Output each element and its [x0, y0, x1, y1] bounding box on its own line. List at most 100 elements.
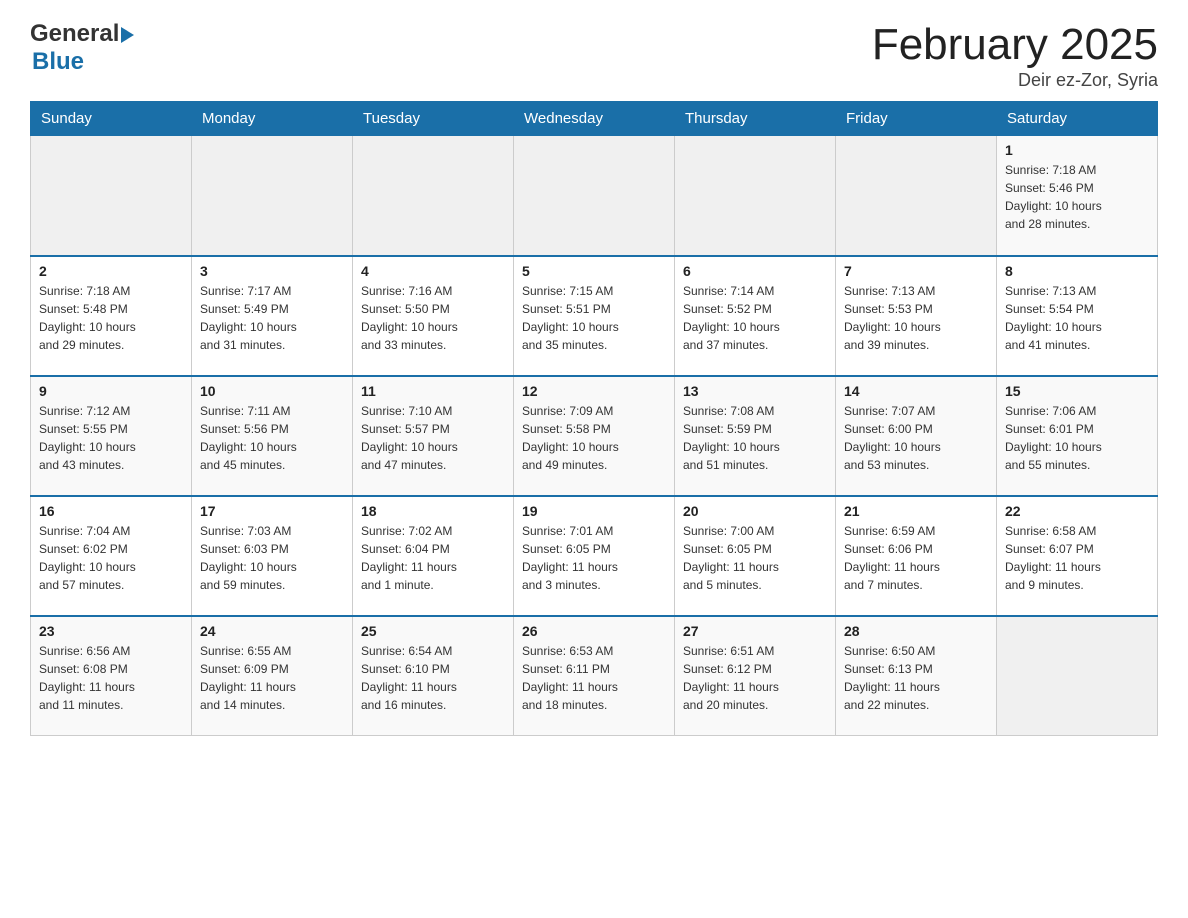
day-number: 11 [361, 383, 505, 399]
day-number: 24 [200, 623, 344, 639]
calendar-day-header: Wednesday [514, 102, 675, 136]
logo-blue-text: Blue [32, 48, 84, 75]
day-number: 6 [683, 263, 827, 279]
day-info: Sunrise: 7:16 AM Sunset: 5:50 PM Dayligh… [361, 282, 505, 354]
calendar-week-row: 2 Sunrise: 7:18 AM Sunset: 5:48 PM Daylig… [31, 256, 1158, 376]
day-number: 13 [683, 383, 827, 399]
day-number: 21 [844, 503, 988, 519]
calendar-day-cell [514, 136, 675, 256]
calendar-day-cell [353, 136, 514, 256]
day-info: Sunrise: 7:12 AM Sunset: 5:55 PM Dayligh… [39, 402, 183, 474]
logo: General Blue [30, 20, 134, 76]
day-info: Sunrise: 7:06 AM Sunset: 6:01 PM Dayligh… [1005, 402, 1149, 474]
day-info: Sunrise: 6:54 AM Sunset: 6:10 PM Dayligh… [361, 642, 505, 714]
calendar-day-cell: 21Sunrise: 6:59 AM Sunset: 6:06 PM Dayli… [836, 496, 997, 616]
day-number: 16 [39, 503, 183, 519]
page-header: General Blue February 2025 Deir ez-Zor, … [30, 20, 1158, 91]
day-number: 15 [1005, 383, 1149, 399]
calendar-day-cell: 25Sunrise: 6:54 AM Sunset: 6:10 PM Dayli… [353, 616, 514, 736]
calendar-day-cell: 8 Sunrise: 7:13 AM Sunset: 5:54 PM Daylig… [997, 256, 1158, 376]
calendar-day-cell: 28 Sunrise: 6:50 AM Sunset: 6:13 PM Dayli… [836, 616, 997, 736]
calendar-day-header: Friday [836, 102, 997, 136]
calendar-day-header: Sunday [31, 102, 192, 136]
calendar-day-cell: 9 Sunrise: 7:12 AM Sunset: 5:55 PM Daylig… [31, 376, 192, 496]
day-number: 18 [361, 503, 505, 519]
calendar-day-cell: 14 Sunrise: 7:07 AM Sunset: 6:00 PM Dayli… [836, 376, 997, 496]
day-number: 10 [200, 383, 344, 399]
day-info: Sunrise: 6:51 AM Sunset: 6:12 PM Dayligh… [683, 642, 827, 714]
day-number: 3 [200, 263, 344, 279]
calendar-day-cell: 2 Sunrise: 7:18 AM Sunset: 5:48 PM Daylig… [31, 256, 192, 376]
calendar-day-cell: 18 Sunrise: 7:02 AM Sunset: 6:04 PM Dayli… [353, 496, 514, 616]
calendar-day-cell: 19Sunrise: 7:01 AM Sunset: 6:05 PM Dayli… [514, 496, 675, 616]
day-number: 9 [39, 383, 183, 399]
day-number: 2 [39, 263, 183, 279]
day-number: 28 [844, 623, 988, 639]
calendar-day-cell: 24 Sunrise: 6:55 AM Sunset: 6:09 PM Dayli… [192, 616, 353, 736]
day-info: Sunrise: 7:03 AM Sunset: 6:03 PM Dayligh… [200, 522, 344, 594]
calendar-day-cell: 11Sunrise: 7:10 AM Sunset: 5:57 PM Dayli… [353, 376, 514, 496]
calendar-day-cell [836, 136, 997, 256]
calendar-header-row: SundayMondayTuesdayWednesdayThursdayFrid… [31, 102, 1158, 136]
day-number: 20 [683, 503, 827, 519]
day-number: 1 [1005, 142, 1149, 158]
day-number: 5 [522, 263, 666, 279]
calendar-day-cell: 1 Sunrise: 7:18 AM Sunset: 5:46 PM Daylig… [997, 136, 1158, 256]
calendar-day-cell: 22Sunrise: 6:58 AM Sunset: 6:07 PM Dayli… [997, 496, 1158, 616]
day-number: 14 [844, 383, 988, 399]
calendar-day-cell: 3 Sunrise: 7:17 AM Sunset: 5:49 PM Daylig… [192, 256, 353, 376]
calendar-day-cell [675, 136, 836, 256]
day-number: 27 [683, 623, 827, 639]
calendar-day-cell: 4 Sunrise: 7:16 AM Sunset: 5:50 PM Daylig… [353, 256, 514, 376]
day-number: 12 [522, 383, 666, 399]
day-info: Sunrise: 7:18 AM Sunset: 5:48 PM Dayligh… [39, 282, 183, 354]
title-section: February 2025 Deir ez-Zor, Syria [872, 20, 1158, 91]
calendar-week-row: 9 Sunrise: 7:12 AM Sunset: 5:55 PM Daylig… [31, 376, 1158, 496]
logo-arrow-icon [121, 27, 134, 43]
calendar-week-row: 1 Sunrise: 7:18 AM Sunset: 5:46 PM Daylig… [31, 136, 1158, 256]
calendar-day-cell: 23 Sunrise: 6:56 AM Sunset: 6:08 PM Dayli… [31, 616, 192, 736]
calendar-day-cell: 15 Sunrise: 7:06 AM Sunset: 6:01 PM Dayli… [997, 376, 1158, 496]
day-info: Sunrise: 7:07 AM Sunset: 6:00 PM Dayligh… [844, 402, 988, 474]
day-info: Sunrise: 7:15 AM Sunset: 5:51 PM Dayligh… [522, 282, 666, 354]
day-info: Sunrise: 6:56 AM Sunset: 6:08 PM Dayligh… [39, 642, 183, 714]
day-number: 8 [1005, 263, 1149, 279]
month-year-title: February 2025 [872, 20, 1158, 70]
day-number: 26 [522, 623, 666, 639]
day-info: Sunrise: 7:13 AM Sunset: 5:54 PM Dayligh… [1005, 282, 1149, 354]
calendar-day-cell: 16Sunrise: 7:04 AM Sunset: 6:02 PM Dayli… [31, 496, 192, 616]
day-info: Sunrise: 6:58 AM Sunset: 6:07 PM Dayligh… [1005, 522, 1149, 594]
day-number: 23 [39, 623, 183, 639]
day-number: 4 [361, 263, 505, 279]
calendar-day-header: Thursday [675, 102, 836, 136]
calendar-table: SundayMondayTuesdayWednesdayThursdayFrid… [30, 101, 1158, 736]
day-info: Sunrise: 7:18 AM Sunset: 5:46 PM Dayligh… [1005, 161, 1149, 233]
day-info: Sunrise: 7:00 AM Sunset: 6:05 PM Dayligh… [683, 522, 827, 594]
calendar-day-cell: 17Sunrise: 7:03 AM Sunset: 6:03 PM Dayli… [192, 496, 353, 616]
day-number: 7 [844, 263, 988, 279]
day-info: Sunrise: 7:01 AM Sunset: 6:05 PM Dayligh… [522, 522, 666, 594]
calendar-day-cell [31, 136, 192, 256]
calendar-week-row: 16Sunrise: 7:04 AM Sunset: 6:02 PM Dayli… [31, 496, 1158, 616]
calendar-day-cell: 6 Sunrise: 7:14 AM Sunset: 5:52 PM Daylig… [675, 256, 836, 376]
calendar-day-cell: 26 Sunrise: 6:53 AM Sunset: 6:11 PM Dayli… [514, 616, 675, 736]
calendar-day-cell: 12 Sunrise: 7:09 AM Sunset: 5:58 PM Dayli… [514, 376, 675, 496]
calendar-day-cell: 27 Sunrise: 6:51 AM Sunset: 6:12 PM Dayli… [675, 616, 836, 736]
calendar-day-cell: 5 Sunrise: 7:15 AM Sunset: 5:51 PM Daylig… [514, 256, 675, 376]
day-info: Sunrise: 7:09 AM Sunset: 5:58 PM Dayligh… [522, 402, 666, 474]
day-info: Sunrise: 6:53 AM Sunset: 6:11 PM Dayligh… [522, 642, 666, 714]
day-info: Sunrise: 7:13 AM Sunset: 5:53 PM Dayligh… [844, 282, 988, 354]
location-label: Deir ez-Zor, Syria [872, 70, 1158, 91]
day-info: Sunrise: 7:11 AM Sunset: 5:56 PM Dayligh… [200, 402, 344, 474]
calendar-day-cell [192, 136, 353, 256]
calendar-day-header: Tuesday [353, 102, 514, 136]
day-info: Sunrise: 7:17 AM Sunset: 5:49 PM Dayligh… [200, 282, 344, 354]
day-info: Sunrise: 7:14 AM Sunset: 5:52 PM Dayligh… [683, 282, 827, 354]
calendar-day-cell [997, 616, 1158, 736]
calendar-day-header: Saturday [997, 102, 1158, 136]
day-info: Sunrise: 6:55 AM Sunset: 6:09 PM Dayligh… [200, 642, 344, 714]
logo-general-text: General [30, 20, 119, 48]
calendar-week-row: 23 Sunrise: 6:56 AM Sunset: 6:08 PM Dayli… [31, 616, 1158, 736]
day-info: Sunrise: 7:02 AM Sunset: 6:04 PM Dayligh… [361, 522, 505, 594]
day-info: Sunrise: 6:50 AM Sunset: 6:13 PM Dayligh… [844, 642, 988, 714]
